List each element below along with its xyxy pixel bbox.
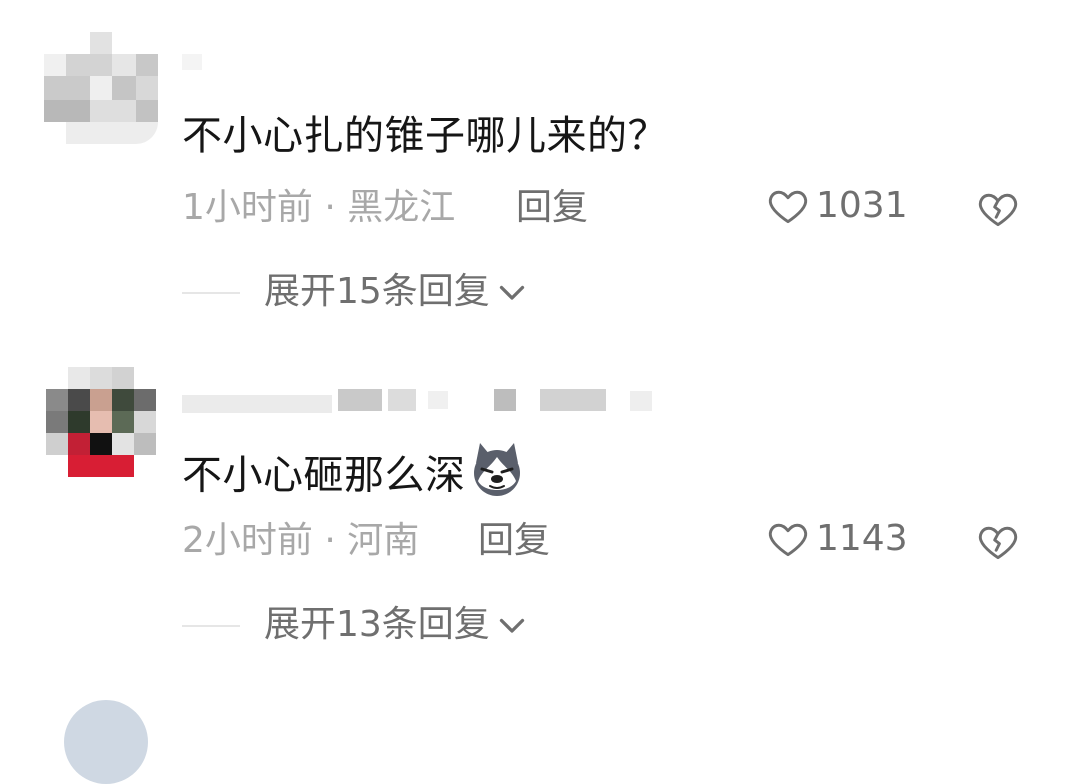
avatar[interactable] — [44, 32, 158, 146]
avatar[interactable] — [64, 700, 148, 784]
broken-heart-icon — [978, 193, 1018, 227]
chevron-down-icon — [499, 618, 524, 633]
heart-outline-icon — [768, 523, 808, 557]
comment-text-content: 不小心砸那么深 — [182, 452, 466, 499]
comment-meta: 2小时前 · 河南 — [182, 520, 420, 561]
comment-meta: 1小时前 · 黑龙江 — [182, 187, 456, 228]
like-count: 1143 — [816, 518, 908, 559]
comment-text: 不小心扎的锥子哪儿来的？ — [182, 113, 668, 159]
chevron-down-icon — [499, 285, 524, 300]
reply-button[interactable]: 回复 — [516, 186, 588, 230]
like-button[interactable]: 1143 — [766, 517, 908, 561]
broken-heart-icon — [978, 526, 1018, 560]
like-count: 1031 — [816, 185, 908, 226]
expand-replies-button[interactable]: 展开15条回复 — [264, 270, 530, 314]
dislike-button[interactable] — [976, 187, 1020, 235]
reply-button[interactable]: 回复 — [478, 519, 550, 563]
heart-outline-icon — [768, 190, 808, 224]
like-button[interactable]: 1031 — [766, 184, 908, 228]
dislike-button[interactable] — [976, 520, 1020, 568]
comment-text: 不小心砸那么深 — [182, 441, 526, 514]
expand-divider — [182, 625, 240, 627]
expand-replies-label: 展开13条回复 — [264, 604, 490, 645]
expand-replies-button[interactable]: 展开13条回复 — [264, 603, 530, 647]
expand-replies-label: 展开15条回复 — [264, 271, 490, 312]
expand-divider — [182, 292, 240, 294]
avatar[interactable] — [46, 367, 158, 479]
husky-dog-emoji-icon — [468, 441, 526, 514]
